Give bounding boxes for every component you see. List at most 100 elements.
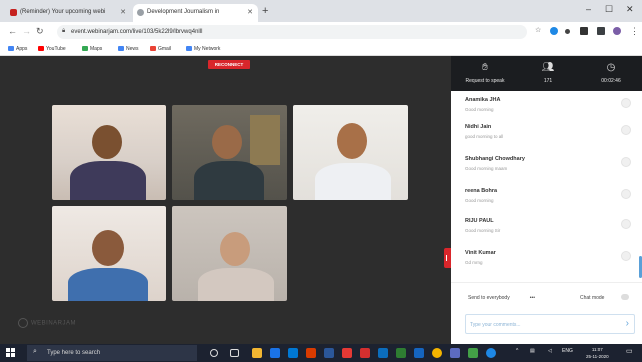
search-icon: ⌕ <box>33 348 37 355</box>
message-text: Gd mrng <box>465 260 483 265</box>
outlook-icon[interactable] <box>378 348 388 358</box>
app-icon[interactable] <box>486 348 496 358</box>
tab-label: (Reminder) Your upcoming webi <box>20 9 106 15</box>
message-text: Good morning <box>465 198 494 203</box>
collapse-panel-handle[interactable] <box>444 248 451 268</box>
chrome-icon[interactable] <box>432 348 442 358</box>
cortana-icon[interactable] <box>210 349 218 357</box>
volume-icon[interactable]: ◁ <box>548 348 552 354</box>
participant-face <box>220 232 250 266</box>
maximize-icon[interactable]: ☐ <box>605 4 613 15</box>
app-icon[interactable] <box>468 348 478 358</box>
windows-start-icon[interactable] <box>6 348 16 358</box>
browser-tab-webinar[interactable]: Development Journalism in ✕ <box>133 4 258 22</box>
bookmark-gmail[interactable]: Gmail <box>150 46 171 52</box>
chat-message: Anamika JHA Good morning <box>465 97 631 112</box>
address-bar[interactable]: 🔒︎ event.webinarjam.com/live/103/5k22l9/… <box>57 25 527 39</box>
message-author: Nidhi Jain <box>465 124 492 130</box>
message-author: Vinit Kumar <box>465 250 496 256</box>
excel-icon[interactable] <box>396 348 406 358</box>
tray-chevron-icon[interactable]: ^ <box>516 348 518 354</box>
chat-panel: ✋︎ Request to speak 👥︎ 171 ◷ 00:02:46 An… <box>451 56 642 344</box>
close-icon[interactable]: ✕ <box>120 8 126 16</box>
task-view-icon[interactable] <box>230 349 239 357</box>
participant-face <box>92 125 122 159</box>
reconnect-button[interactable]: RECONNECT <box>208 60 250 69</box>
chat-message: Shubhangi Chowdhary Good morning maam <box>465 156 631 171</box>
message-text: Good morning maam <box>465 166 508 171</box>
chat-mode-toggle[interactable] <box>621 294 629 300</box>
chat-message: Vinit Kumar Gd mrng <box>465 250 631 265</box>
notifications-icon[interactable]: ▭ <box>626 347 633 355</box>
reload-icon[interactable]: ↻ <box>36 26 44 37</box>
message-author: Anamika JHA <box>465 97 501 103</box>
forward-icon[interactable]: → <box>22 26 31 36</box>
star-icon[interactable]: ☆ <box>535 26 541 34</box>
back-icon[interactable]: ← <box>8 26 17 36</box>
extension-icon[interactable] <box>565 29 570 34</box>
more-dots-icon: ••• <box>529 295 535 301</box>
pdf-icon[interactable] <box>360 348 370 358</box>
taskbar-search[interactable]: ⌕ Type here to search <box>27 345 197 361</box>
participant-face <box>337 123 367 159</box>
participant-body <box>315 163 391 200</box>
minimize-icon[interactable]: – <box>586 4 591 14</box>
edge-icon[interactable] <box>270 348 280 358</box>
video-tile <box>172 105 287 200</box>
screen: (Reminder) Your upcoming webi ✕ Developm… <box>0 0 642 362</box>
app-icon[interactable] <box>450 348 460 358</box>
network-icon[interactable]: ▤ <box>530 348 535 354</box>
video-tile <box>52 206 166 301</box>
chat-message: Nidhi Jain good morning to all <box>465 124 631 139</box>
bookmark-my-network[interactable]: My Network <box>186 46 220 52</box>
store-icon[interactable] <box>288 348 298 358</box>
bookmark-maps[interactable]: Maps <box>82 46 102 52</box>
avatar <box>621 157 631 167</box>
profile-avatar[interactable] <box>613 27 621 35</box>
webinar-stage: RECONNECT WEBINARJAM <box>0 56 451 344</box>
attendees-count[interactable]: 👥︎ 171 <box>523 62 573 84</box>
comment-input[interactable] <box>470 319 610 330</box>
word-icon[interactable] <box>324 348 334 358</box>
request-to-speak-button[interactable]: ✋︎ Request to speak <box>460 62 510 84</box>
bookmark-news[interactable]: News <box>118 46 139 52</box>
webinarjam-logo: WEBINARJAM <box>18 318 76 328</box>
comment-box: › <box>465 314 635 334</box>
chat-mode-label: Chat mode <box>580 295 605 301</box>
avatar <box>621 125 631 135</box>
send-arrow-icon[interactable]: › <box>626 318 629 329</box>
new-tab-icon[interactable]: + <box>262 5 268 17</box>
send-to-select[interactable]: Send to everybody ••• <box>468 295 535 301</box>
windows-taskbar: ⌕ Type here to search ^ ▤ ◁ ENG 11:07 25… <box>0 344 642 362</box>
file-explorer-icon[interactable] <box>252 348 262 358</box>
menu-dots-icon[interactable]: ⋮ <box>630 26 639 37</box>
extension-icon[interactable] <box>580 27 588 35</box>
globe-icon <box>137 9 144 16</box>
close-window-icon[interactable]: ✕ <box>626 4 634 15</box>
video-tile <box>52 105 166 200</box>
message-author: reena Bohra <box>465 188 498 194</box>
language-indicator[interactable]: ENG <box>562 348 573 354</box>
people-icon: 👥︎ <box>541 62 555 73</box>
opera-icon[interactable] <box>342 348 352 358</box>
avatar <box>621 189 631 199</box>
browser-tab-reminder[interactable]: (Reminder) Your upcoming webi ✕ <box>6 4 131 22</box>
bookmark-youtube[interactable]: YouTube <box>38 46 66 52</box>
taskbar-clock[interactable]: 11:07 25-11-2020 <box>586 346 609 360</box>
participant-body <box>68 268 148 301</box>
office-icon[interactable] <box>306 348 316 358</box>
participant-body <box>70 161 146 200</box>
participant-face <box>212 125 242 159</box>
participant-face <box>92 230 124 266</box>
extensions-puzzle-icon[interactable] <box>597 27 605 35</box>
message-author: Shubhangi Chowdhary <box>465 156 525 162</box>
app-icon[interactable] <box>414 348 424 358</box>
video-tile <box>293 105 408 200</box>
clock-icon: ◷ <box>606 62 616 73</box>
extension-icon[interactable] <box>550 27 558 35</box>
hand-icon: ✋︎ <box>482 62 488 73</box>
close-icon[interactable]: ✕ <box>247 8 253 16</box>
participant-body <box>194 161 264 200</box>
bookmark-apps[interactable]: Apps <box>8 46 27 52</box>
elapsed-timer: ◷ 00:02:46 <box>586 62 636 84</box>
